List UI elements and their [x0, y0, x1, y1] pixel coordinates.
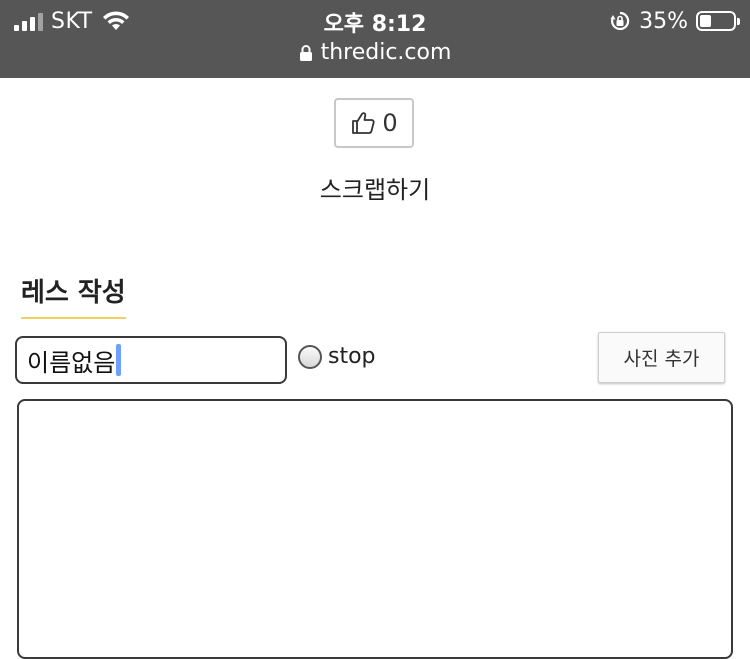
lock-icon	[299, 44, 312, 61]
status-bar: SKT 오후 8:12 35% thredic.com	[0, 0, 750, 78]
thumbs-up-icon	[352, 112, 375, 134]
status-right: 35%	[609, 6, 740, 36]
battery-icon	[696, 11, 740, 31]
url-text: thredic.com	[320, 40, 452, 65]
name-input[interactable]: 이름없음	[15, 336, 287, 384]
like-count: 0	[382, 109, 398, 137]
scrap-link[interactable]: 스크랩하기	[0, 170, 750, 205]
text-cursor	[116, 344, 122, 376]
add-photo-button[interactable]: 사진 추가	[598, 332, 725, 383]
reply-body-textarea[interactable]	[17, 399, 733, 659]
name-input-value: 이름없음	[27, 348, 116, 377]
stop-radio[interactable]	[298, 344, 322, 369]
like-button[interactable]: 0	[334, 98, 414, 148]
stop-label: stop	[328, 344, 376, 369]
reply-form-title: 레스 작성	[21, 272, 126, 319]
address-bar[interactable]: thredic.com	[0, 40, 750, 65]
orientation-lock-icon	[610, 11, 630, 31]
battery-percent: 35%	[639, 8, 688, 34]
stop-option[interactable]: stop	[298, 344, 376, 369]
